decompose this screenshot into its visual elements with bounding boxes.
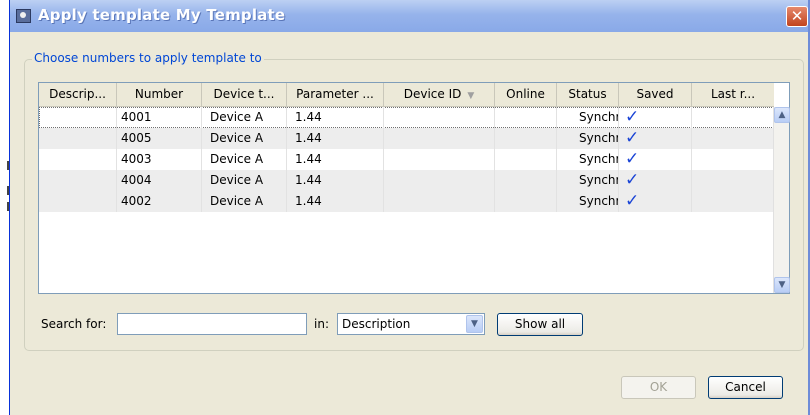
column-header-status[interactable]: Status: [557, 83, 619, 106]
column-header-device-id[interactable]: Device ID ▼: [384, 83, 495, 106]
table-row[interactable]: 4001 Device A 1.44 Synchr... ✓: [39, 107, 774, 128]
cell-saved: ✓: [619, 170, 692, 191]
cell-device-type: Device A: [202, 107, 287, 128]
cell-number: 4004: [117, 170, 202, 191]
cell-device-type: Device A: [202, 128, 287, 149]
cell-online: [495, 149, 557, 170]
cell-device-id: [384, 149, 495, 170]
cell-last-r: [692, 149, 774, 170]
cell-status: Synchr...: [557, 128, 619, 149]
sort-down-icon: ▼: [467, 91, 475, 101]
column-header-last-r[interactable]: Last r...: [692, 83, 774, 106]
table-row[interactable]: 4002 Device A 1.44 Synchr... ✓: [39, 191, 774, 212]
app-icon: [16, 9, 31, 23]
cell-description: [39, 191, 117, 212]
cell-number: 4005: [117, 128, 202, 149]
search-field-value: Description: [342, 317, 411, 331]
choose-numbers-group: Choose numbers to apply template to Desc…: [24, 51, 804, 351]
cell-last-r: [692, 170, 774, 191]
scroll-down-icon[interactable]: ▼: [774, 277, 790, 293]
checkmark-icon: ✓: [625, 191, 640, 211]
cell-device-id: [384, 128, 495, 149]
column-header-device-type[interactable]: Device t...: [202, 83, 287, 106]
cell-last-r: [692, 128, 774, 149]
table-row[interactable]: 4003 Device A 1.44 Synchr... ✓: [39, 149, 774, 170]
numbers-table: Descrip... Number Device t... Parameter …: [38, 82, 790, 294]
cell-description: [39, 149, 117, 170]
column-header-description[interactable]: Descrip...: [39, 83, 117, 106]
search-in-label: in:: [314, 317, 329, 331]
cell-description: [39, 128, 117, 149]
cell-parameter: 1.44: [287, 149, 384, 170]
cancel-button[interactable]: Cancel: [708, 376, 783, 399]
checkmark-icon: ✓: [625, 128, 640, 148]
cell-online: [495, 107, 557, 128]
table-header: Descrip... Number Device t... Parameter …: [39, 83, 774, 107]
cell-number: 4001: [117, 107, 202, 128]
search-input[interactable]: [117, 313, 307, 335]
show-all-button[interactable]: Show all: [497, 313, 583, 336]
table-row[interactable]: 4004 Device A 1.44 Synchr... ✓: [39, 170, 774, 191]
close-button[interactable]: ✕: [786, 6, 808, 27]
cell-description: [39, 107, 117, 128]
chevron-down-icon[interactable]: ▼: [466, 315, 483, 333]
cell-device-id: [384, 191, 495, 212]
column-header-saved[interactable]: Saved: [619, 83, 692, 106]
scroll-up-icon[interactable]: ▲: [774, 107, 790, 123]
device-id-header-label: Device ID: [403, 87, 462, 101]
cell-description: [39, 170, 117, 191]
cell-device-id: [384, 107, 495, 128]
checkmark-icon: ✓: [625, 170, 640, 190]
group-legend: Choose numbers to apply template to: [32, 51, 264, 65]
apply-template-dialog: Apply template My Template ✕ Choose numb…: [9, 0, 810, 415]
column-header-online[interactable]: Online: [495, 83, 557, 106]
title-bar[interactable]: Apply template My Template ✕: [10, 0, 808, 32]
ok-button[interactable]: OK: [621, 376, 696, 399]
cell-last-r: [692, 191, 774, 212]
cell-online: [495, 191, 557, 212]
background-edge: [0, 0, 9, 415]
cell-device-type: Device A: [202, 149, 287, 170]
cell-saved: ✓: [619, 149, 692, 170]
cell-saved: ✓: [619, 128, 692, 149]
cell-device-id: [384, 170, 495, 191]
cell-status: Synchr...: [557, 107, 619, 128]
cell-status: Synchr...: [557, 191, 619, 212]
vertical-scrollbar[interactable]: ▲ ▼: [773, 107, 790, 293]
cell-last-r: [692, 107, 774, 128]
window-title: Apply template My Template: [38, 6, 286, 24]
cell-number: 4002: [117, 191, 202, 212]
cell-device-type: Device A: [202, 170, 287, 191]
column-header-parameter[interactable]: Parameter ...: [287, 83, 384, 106]
search-field-select[interactable]: Description ▼: [337, 313, 485, 335]
cell-status: Synchr...: [557, 170, 619, 191]
cell-parameter: 1.44: [287, 128, 384, 149]
cell-parameter: 1.44: [287, 107, 384, 128]
cell-parameter: 1.44: [287, 170, 384, 191]
cell-parameter: 1.44: [287, 191, 384, 212]
cell-saved: ✓: [619, 107, 692, 128]
cell-saved: ✓: [619, 191, 692, 212]
column-header-number[interactable]: Number: [117, 83, 202, 106]
cell-number: 4003: [117, 149, 202, 170]
cell-online: [495, 128, 557, 149]
cell-online: [495, 170, 557, 191]
checkmark-icon: ✓: [625, 107, 640, 127]
cell-device-type: Device A: [202, 191, 287, 212]
checkmark-icon: ✓: [625, 149, 640, 169]
table-row[interactable]: 4005 Device A 1.44 Synchr... ✓: [39, 128, 774, 149]
cell-status: Synchr...: [557, 149, 619, 170]
search-label: Search for:: [41, 317, 107, 331]
